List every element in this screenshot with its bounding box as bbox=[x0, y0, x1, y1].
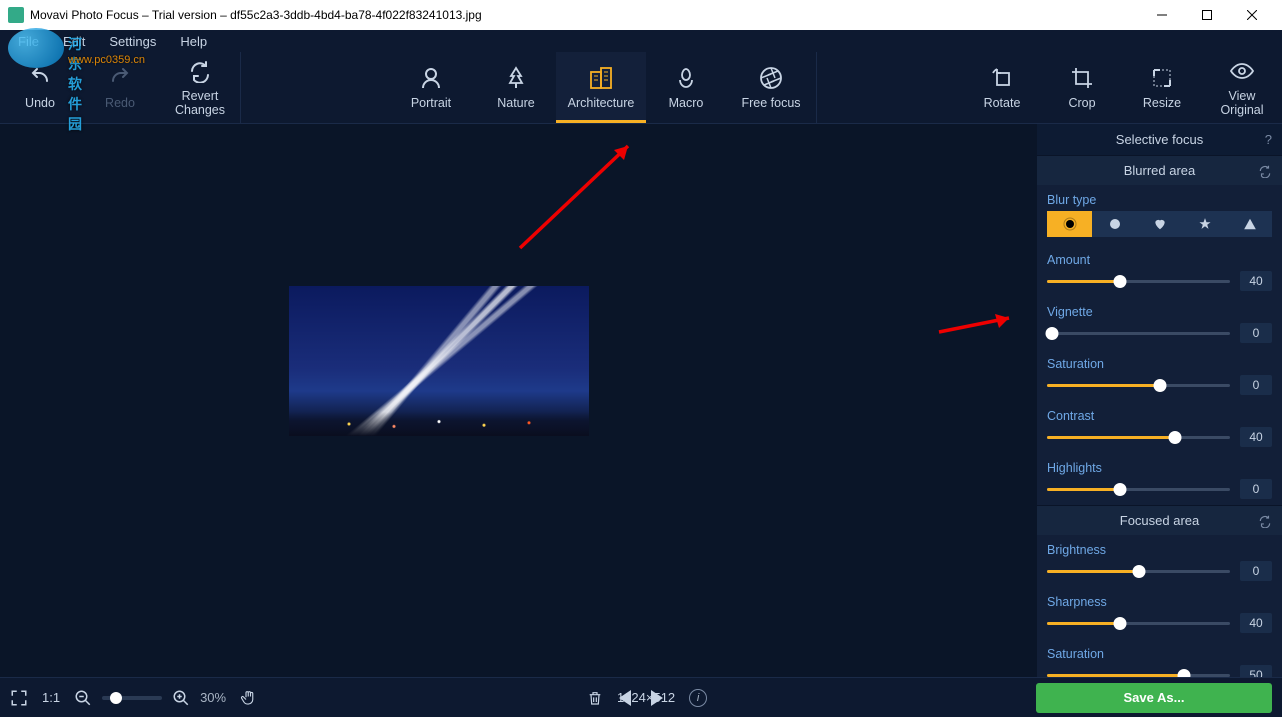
help-icon[interactable]: ? bbox=[1265, 132, 1272, 147]
aperture-icon bbox=[759, 66, 783, 90]
blur-type-triangle[interactable] bbox=[1227, 211, 1272, 237]
blur-type-radial[interactable] bbox=[1047, 211, 1092, 237]
blur-type-circle[interactable] bbox=[1092, 211, 1137, 237]
preset-free-focus[interactable]: Free focus bbox=[726, 52, 816, 123]
zoom-slider[interactable] bbox=[102, 696, 162, 700]
sidebar-title: Selective focus ? bbox=[1037, 124, 1282, 155]
prev-image-button[interactable] bbox=[619, 690, 633, 706]
vignette-label: Vignette bbox=[1047, 305, 1272, 319]
preset-architecture[interactable]: Architecture bbox=[556, 52, 646, 123]
close-button[interactable] bbox=[1229, 0, 1274, 30]
section-blurred-area[interactable]: Blurred area bbox=[1037, 155, 1282, 185]
blur-type-star[interactable] bbox=[1182, 211, 1227, 237]
saturation-label: Saturation bbox=[1047, 357, 1272, 371]
amount-label: Amount bbox=[1047, 253, 1272, 267]
fsat-slider[interactable] bbox=[1047, 666, 1230, 677]
refresh-icon bbox=[188, 59, 212, 83]
rotate-button[interactable]: Rotate bbox=[962, 52, 1042, 123]
app-icon bbox=[8, 7, 24, 23]
fsat-label: Saturation bbox=[1047, 647, 1272, 661]
resize-icon bbox=[1150, 66, 1174, 90]
annotation-arrow bbox=[937, 310, 1027, 340]
annotation-arrow bbox=[510, 128, 650, 258]
highlights-label: Highlights bbox=[1047, 461, 1272, 475]
view-original-button[interactable]: View Original bbox=[1202, 52, 1282, 123]
window-title: Movavi Photo Focus – Trial version – df5… bbox=[30, 8, 482, 22]
fsat-value[interactable]: 50 bbox=[1240, 665, 1272, 677]
zoom-out-button[interactable] bbox=[74, 689, 92, 707]
architecture-icon bbox=[588, 66, 614, 90]
reset-icon[interactable] bbox=[1258, 164, 1272, 178]
sharpness-label: Sharpness bbox=[1047, 595, 1272, 609]
macro-icon bbox=[674, 66, 698, 90]
minimize-button[interactable] bbox=[1139, 0, 1184, 30]
toolbar: Undo Redo Revert Changes Portrait Nature… bbox=[0, 52, 1282, 124]
sharpness-slider[interactable] bbox=[1047, 614, 1230, 632]
saturation-value[interactable]: 0 bbox=[1240, 375, 1272, 395]
redo-icon bbox=[107, 66, 133, 90]
next-image-button[interactable] bbox=[649, 690, 663, 706]
preset-macro[interactable]: Macro bbox=[646, 52, 726, 123]
save-as-button[interactable]: Save As... bbox=[1036, 683, 1272, 713]
portrait-icon bbox=[419, 66, 443, 90]
highlights-slider[interactable] bbox=[1047, 480, 1230, 498]
reset-icon[interactable] bbox=[1258, 514, 1272, 528]
brightness-label: Brightness bbox=[1047, 543, 1272, 557]
highlights-value[interactable]: 0 bbox=[1240, 479, 1272, 499]
blur-type-tabs bbox=[1047, 211, 1272, 237]
redo-button[interactable]: Redo bbox=[80, 52, 160, 123]
undo-button[interactable]: Undo bbox=[0, 52, 80, 123]
crop-button[interactable]: Crop bbox=[1042, 52, 1122, 123]
photo-preview[interactable] bbox=[289, 286, 589, 436]
blur-type-label: Blur type bbox=[1047, 193, 1272, 207]
sharpness-value[interactable]: 40 bbox=[1240, 613, 1272, 633]
info-button[interactable]: i bbox=[689, 689, 707, 707]
fit-button[interactable]: 1:1 bbox=[42, 690, 60, 705]
hand-tool-button[interactable] bbox=[240, 688, 258, 708]
menu-file[interactable]: File bbox=[8, 32, 49, 51]
undo-icon bbox=[27, 66, 53, 90]
preset-portrait[interactable]: Portrait bbox=[386, 52, 476, 123]
brightness-value[interactable]: 0 bbox=[1240, 561, 1272, 581]
canvas-area[interactable] bbox=[0, 124, 1037, 677]
contrast-slider[interactable] bbox=[1047, 428, 1230, 446]
bottombar: 1:1 30% 1024×512 i Save As... bbox=[0, 677, 1282, 717]
amount-value[interactable]: 40 bbox=[1240, 271, 1272, 291]
blur-type-heart[interactable] bbox=[1137, 211, 1182, 237]
window-titlebar: Movavi Photo Focus – Trial version – df5… bbox=[0, 0, 1282, 30]
vignette-slider[interactable] bbox=[1047, 324, 1230, 342]
zoom-percent: 30% bbox=[200, 690, 226, 705]
sidebar: Selective focus ? Blurred area Blur type… bbox=[1037, 124, 1282, 677]
revert-changes-button[interactable]: Revert Changes bbox=[160, 52, 240, 123]
saturation-slider[interactable] bbox=[1047, 376, 1230, 394]
preset-nature[interactable]: Nature bbox=[476, 52, 556, 123]
resize-button[interactable]: Resize bbox=[1122, 52, 1202, 123]
menu-help[interactable]: Help bbox=[170, 32, 217, 51]
vignette-value[interactable]: 0 bbox=[1240, 323, 1272, 343]
section-focused-area[interactable]: Focused area bbox=[1037, 505, 1282, 535]
amount-slider[interactable] bbox=[1047, 272, 1230, 290]
contrast-label: Contrast bbox=[1047, 409, 1272, 423]
eye-icon bbox=[1229, 59, 1255, 83]
fullscreen-button[interactable] bbox=[10, 689, 28, 707]
menu-settings[interactable]: Settings bbox=[99, 32, 166, 51]
contrast-value[interactable]: 40 bbox=[1240, 427, 1272, 447]
rotate-icon bbox=[990, 66, 1014, 90]
zoom-in-button[interactable] bbox=[172, 689, 190, 707]
crop-icon bbox=[1070, 66, 1094, 90]
maximize-button[interactable] bbox=[1184, 0, 1229, 30]
delete-button[interactable] bbox=[587, 689, 603, 707]
menubar: File Edit Settings Help bbox=[0, 30, 1282, 52]
nature-icon bbox=[504, 66, 528, 90]
menu-edit[interactable]: Edit bbox=[53, 32, 95, 51]
brightness-slider[interactable] bbox=[1047, 562, 1230, 580]
